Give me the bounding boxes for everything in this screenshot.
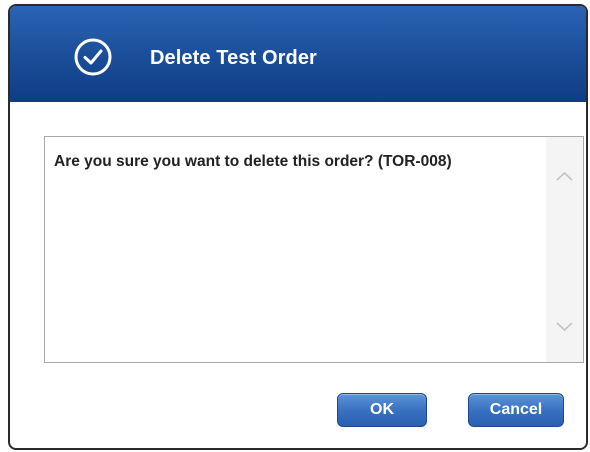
- message-textarea[interactable]: Are you sure you want to delete this ord…: [44, 136, 584, 363]
- dialog-title-bar: Delete Test Order: [10, 6, 586, 102]
- cancel-button[interactable]: Cancel: [468, 393, 564, 427]
- delete-order-dialog: Delete Test Order Are you sure you want …: [8, 4, 588, 450]
- dialog-title: Delete Test Order: [150, 47, 317, 69]
- confirmation-message: Are you sure you want to delete this ord…: [54, 153, 452, 170]
- scroll-up-icon[interactable]: [546, 162, 583, 192]
- ok-button[interactable]: OK: [337, 393, 427, 427]
- scroll-down-icon[interactable]: [546, 312, 583, 342]
- vertical-scrollbar[interactable]: [546, 137, 583, 362]
- check-circle-icon: [73, 37, 113, 77]
